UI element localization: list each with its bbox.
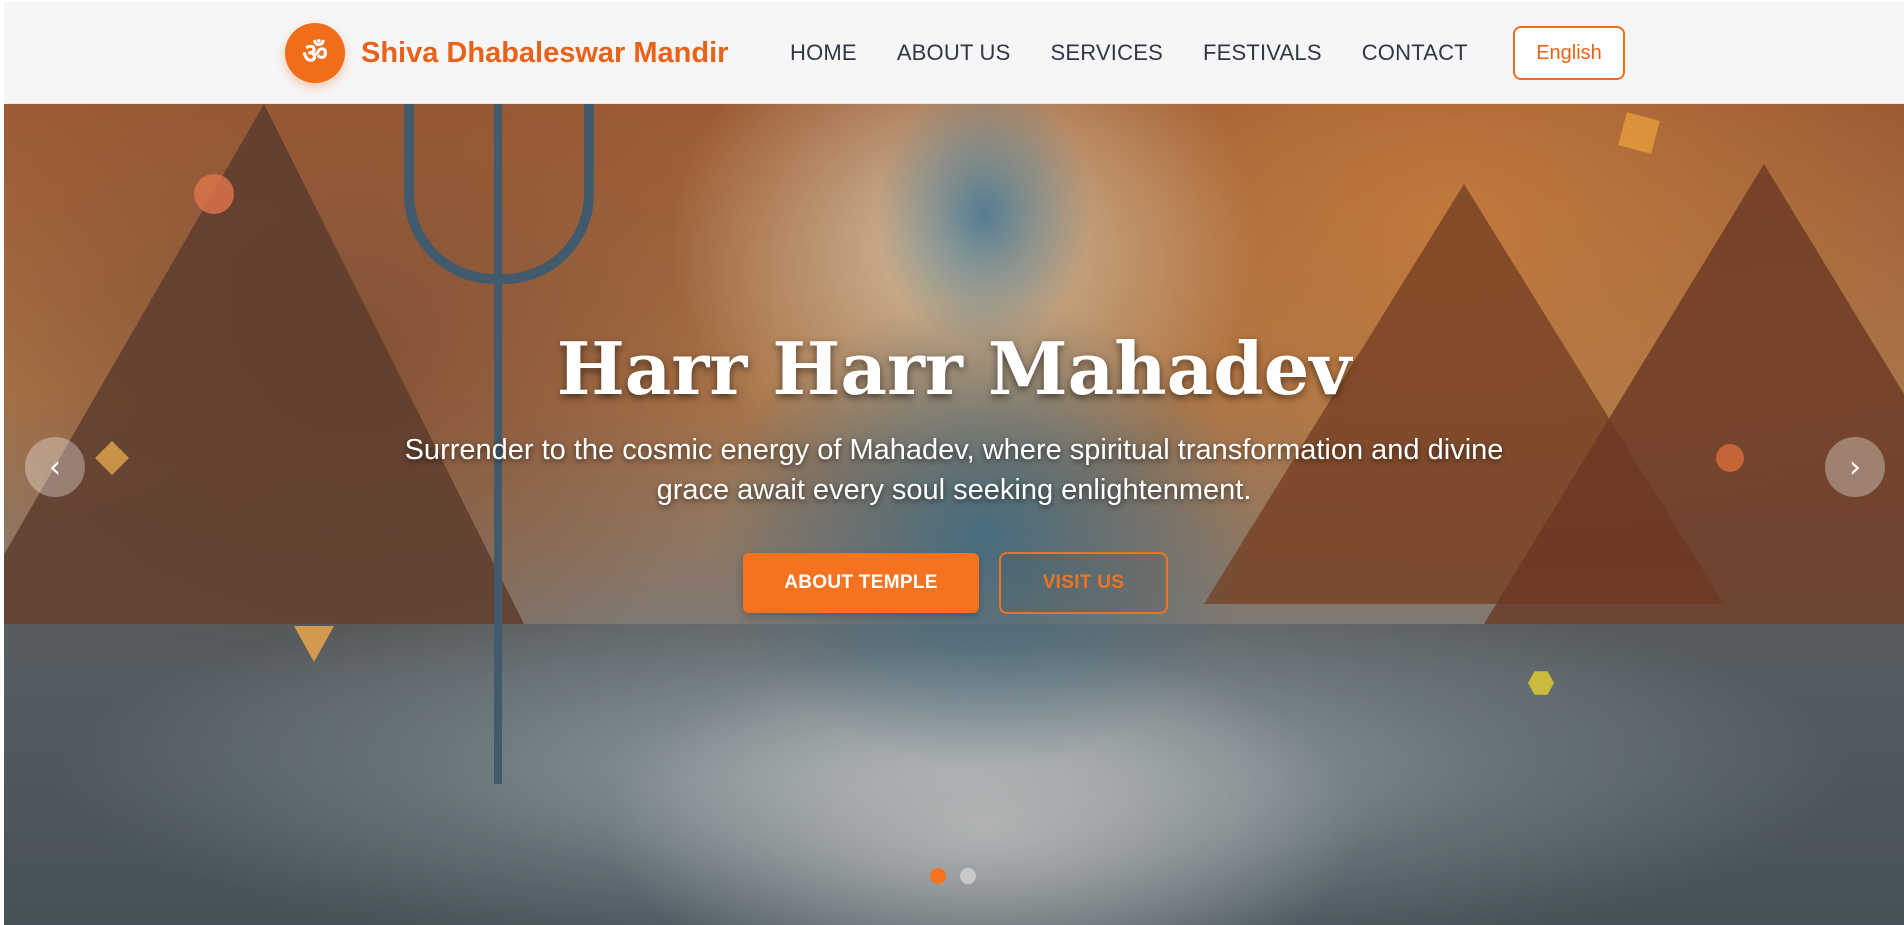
page-frame: ॐ Shiva Dhabaleswar Mandir HOME ABOUT US… bbox=[4, 2, 1904, 925]
carousel-dot-1[interactable] bbox=[930, 868, 946, 884]
brand-name[interactable]: Shiva Dhabaleswar Mandir bbox=[361, 37, 728, 70]
carousel-prev-button[interactable]: ‹ bbox=[25, 437, 85, 497]
hero-carousel: Harr Harr Mahadev Surrender to the cosmi… bbox=[4, 104, 1904, 925]
language-button[interactable]: English bbox=[1513, 26, 1625, 80]
nav-item-services[interactable]: SERVICES bbox=[1050, 40, 1162, 66]
about-temple-button[interactable]: ABOUT TEMPLE bbox=[743, 553, 979, 613]
brand[interactable]: ॐ Shiva Dhabaleswar Mandir bbox=[285, 23, 728, 83]
nav-item-festivals[interactable]: FESTIVALS bbox=[1203, 40, 1322, 66]
visit-us-button[interactable]: VISIT US bbox=[999, 552, 1168, 614]
hero-overlay bbox=[4, 104, 1904, 925]
carousel-indicators bbox=[930, 868, 976, 884]
nav-item-home[interactable]: HOME bbox=[790, 40, 857, 66]
chevron-right-icon: › bbox=[1849, 449, 1861, 485]
hero-title: Harr Harr Mahadev bbox=[556, 326, 1352, 411]
carousel-dot-2[interactable] bbox=[960, 868, 976, 884]
triangle-decoration bbox=[294, 626, 334, 662]
carousel-next-button[interactable]: › bbox=[1825, 437, 1885, 497]
chevron-left-icon: ‹ bbox=[49, 449, 61, 485]
main-nav: HOME ABOUT US SERVICES FESTIVALS CONTACT bbox=[790, 40, 1468, 66]
hero-subtitle: Surrender to the cosmic energy of Mahade… bbox=[404, 434, 1504, 506]
om-logo-icon[interactable]: ॐ bbox=[285, 23, 345, 83]
circle-decoration bbox=[1716, 444, 1744, 472]
nav-item-contact[interactable]: CONTACT bbox=[1362, 40, 1468, 66]
site-header: ॐ Shiva Dhabaleswar Mandir HOME ABOUT US… bbox=[4, 2, 1904, 104]
circle-decoration bbox=[194, 174, 234, 214]
nav-item-about-us[interactable]: ABOUT US bbox=[897, 40, 1011, 66]
